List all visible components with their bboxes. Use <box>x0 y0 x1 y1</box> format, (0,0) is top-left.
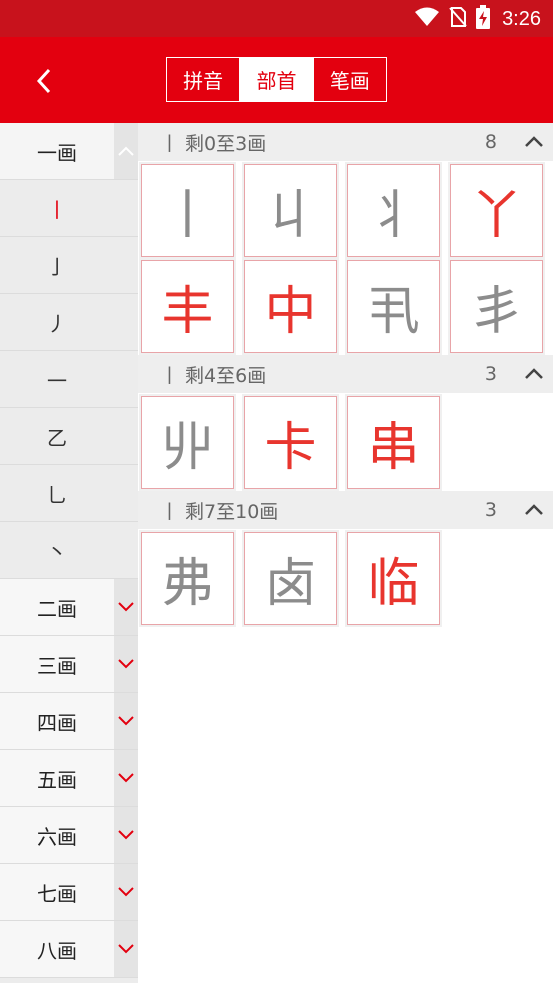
sidebar-item-4-strokes[interactable]: 四画 <box>0 693 138 750</box>
section-header[interactable]: 丨 剩0至3画 8 <box>138 123 553 161</box>
character-cell[interactable]: 串 <box>347 396 440 489</box>
sidebar: 一画 丨 亅 丿 一 乙 乚 丶 二画 三画 四画 五画 六画 七画 八画 <box>0 123 138 983</box>
character-cell[interactable]: 临 <box>347 532 440 625</box>
character-cell[interactable]: 丨 <box>141 164 234 257</box>
sidebar-item-label: 一画 <box>0 136 114 166</box>
chevron-down-icon <box>114 807 138 863</box>
chevron-down-icon <box>114 693 138 749</box>
chevron-down-icon <box>114 750 138 806</box>
sidebar-item-6-strokes[interactable]: 六画 <box>0 807 138 864</box>
character-cell[interactable]: 丫 <box>450 164 543 257</box>
sidebar-radical-item[interactable]: 亅 <box>0 237 138 294</box>
character-grid: 丱 卡 串 <box>138 393 553 491</box>
character-cell[interactable]: 丩 <box>244 164 337 257</box>
no-sim-icon <box>448 6 468 32</box>
sidebar-item-5-strokes[interactable]: 五画 <box>0 750 138 807</box>
section-count: 3 <box>484 499 497 521</box>
sidebar-item-8-strokes[interactable]: 八画 <box>0 921 138 978</box>
section-header[interactable]: 丨 剩4至6画 3 <box>138 355 553 393</box>
wifi-icon <box>414 6 440 32</box>
sidebar-item-2-strokes[interactable]: 二画 <box>0 579 138 636</box>
chevron-down-icon <box>114 921 138 977</box>
chevron-down-icon <box>114 864 138 920</box>
app-bar: 拼音 部首 笔画 <box>0 37 553 123</box>
chevron-down-icon <box>114 636 138 692</box>
chevron-up-icon <box>114 123 138 179</box>
tab-radical[interactable]: 部首 <box>240 58 314 101</box>
character-cell[interactable]: 丰 <box>141 260 234 353</box>
battery-charging-icon <box>476 5 491 33</box>
section-count: 3 <box>484 363 497 385</box>
chevron-up-icon <box>525 368 543 379</box>
chevron-up-icon <box>525 504 543 515</box>
sidebar-radical-item[interactable]: 乚 <box>0 465 138 522</box>
character-grid: 丨 丩 丬 丫 丰 中 丮 丯 <box>138 161 553 355</box>
chevron-left-icon <box>36 68 51 94</box>
sidebar-radical-item[interactable]: 丨 <box>0 180 138 237</box>
character-cell[interactable]: 弗 <box>141 532 234 625</box>
mode-segmented-control: 拼音 部首 笔画 <box>166 57 387 102</box>
character-cell[interactable]: 中 <box>244 260 337 353</box>
character-cell[interactable]: 丯 <box>450 260 543 353</box>
character-cell[interactable]: 丮 <box>347 260 440 353</box>
section-title: 丨 剩7至10画 <box>160 500 279 523</box>
clock: 3:26 <box>502 7 541 30</box>
character-list: 丨 剩0至3画 8 丨 丩 丬 丫 丰 中 丮 丯 丨 剩4至6画 3 丱 卡 … <box>138 123 553 983</box>
section-title: 丨 剩4至6画 <box>160 364 267 387</box>
status-bar: 3:26 <box>0 0 553 37</box>
section-count: 8 <box>484 131 497 153</box>
character-cell[interactable]: 卡 <box>244 396 337 489</box>
character-cell[interactable]: 丱 <box>141 396 234 489</box>
sidebar-radical-item[interactable]: 乙 <box>0 408 138 465</box>
sidebar-radical-item[interactable]: 丿 <box>0 294 138 351</box>
section-title: 丨 剩0至3画 <box>160 132 267 155</box>
character-cell[interactable]: 丬 <box>347 164 440 257</box>
sidebar-radical-item[interactable]: 一 <box>0 351 138 408</box>
character-grid: 弗 卤 临 <box>138 529 553 627</box>
sidebar-radical-item[interactable]: 丶 <box>0 522 138 579</box>
section-header[interactable]: 丨 剩7至10画 3 <box>138 491 553 529</box>
tab-stroke[interactable]: 笔画 <box>314 58 386 101</box>
chevron-down-icon <box>114 579 138 635</box>
sidebar-item-7-strokes[interactable]: 七画 <box>0 864 138 921</box>
sidebar-item-3-strokes[interactable]: 三画 <box>0 636 138 693</box>
tab-pinyin[interactable]: 拼音 <box>167 58 241 101</box>
back-button[interactable] <box>24 61 64 101</box>
sidebar-item-1-stroke[interactable]: 一画 <box>0 123 138 180</box>
chevron-up-icon <box>525 136 543 147</box>
character-cell[interactable]: 卤 <box>244 532 337 625</box>
